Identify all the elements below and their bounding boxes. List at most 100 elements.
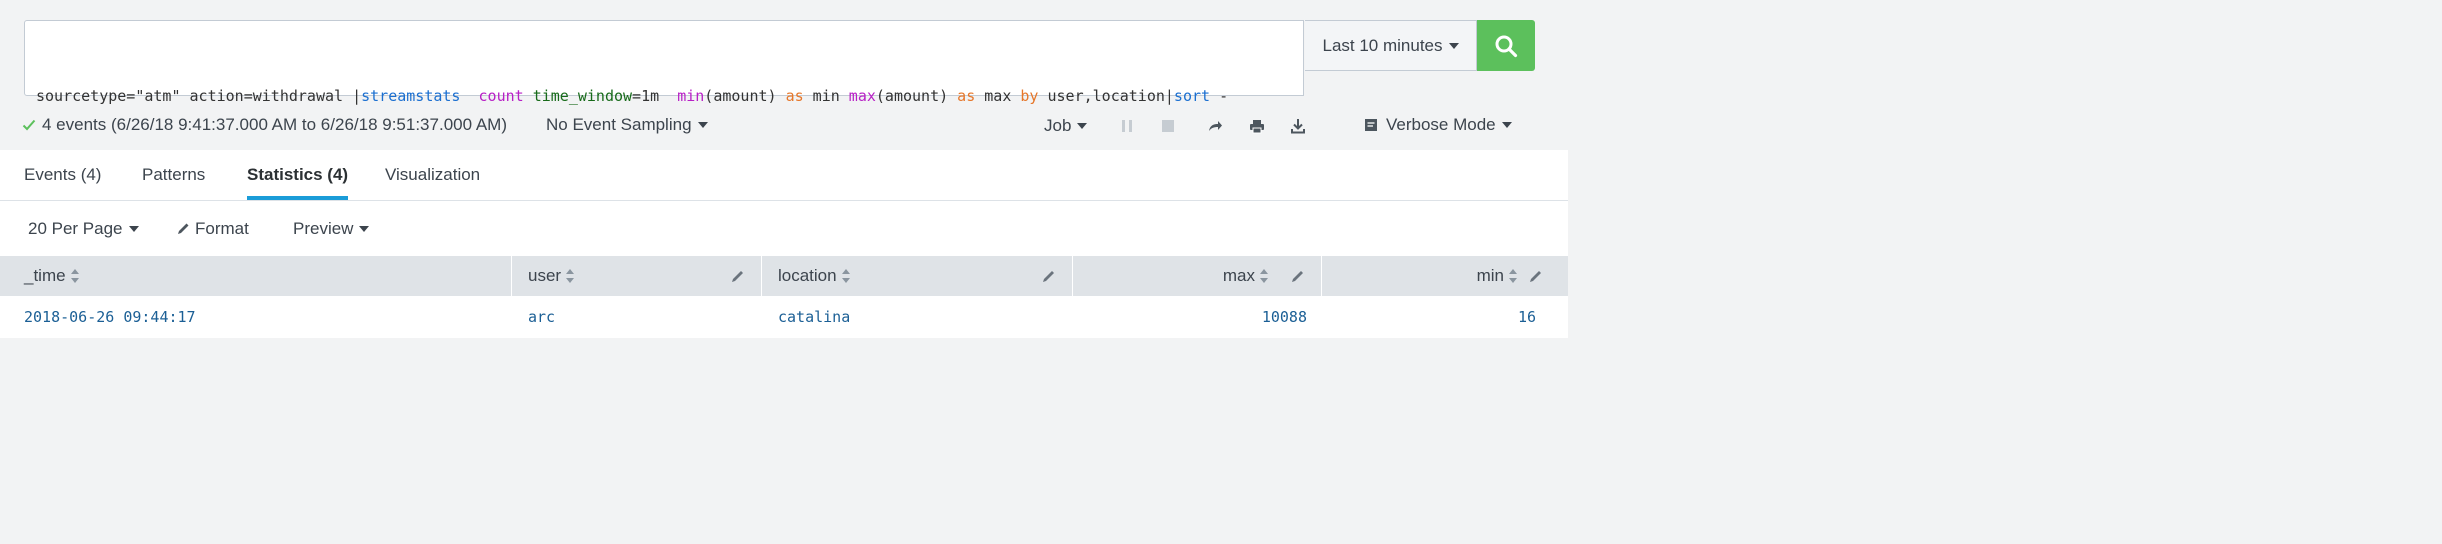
time-range-picker[interactable]: Last 10 minutes bbox=[1305, 20, 1477, 71]
sort-min-button[interactable]: min bbox=[1477, 256, 1518, 296]
pause-icon bbox=[1122, 120, 1132, 132]
job-label: Job bbox=[1044, 116, 1072, 135]
sort-icon bbox=[1509, 269, 1518, 283]
query-token: user,location| bbox=[1038, 87, 1174, 105]
sort-time-button[interactable]: _time bbox=[24, 256, 80, 296]
query-token: max bbox=[975, 87, 1021, 105]
sort-icon bbox=[1260, 269, 1269, 283]
print-button[interactable] bbox=[1246, 116, 1268, 136]
preview-dropdown[interactable]: Preview bbox=[293, 201, 370, 256]
column-label: _time bbox=[24, 266, 66, 285]
cell-time[interactable]: 2018-06-26 09:44:17 bbox=[24, 296, 196, 338]
column-header-max: max bbox=[1073, 256, 1322, 296]
print-icon bbox=[1250, 119, 1264, 133]
pause-button[interactable] bbox=[1116, 116, 1138, 136]
chevron-down-icon bbox=[128, 225, 139, 232]
edit-column-icon[interactable] bbox=[730, 268, 746, 284]
column-label: min bbox=[1476, 266, 1504, 285]
search-mode-label: Verbose Mode bbox=[1386, 115, 1496, 134]
query-token: as bbox=[957, 87, 976, 105]
pencil-icon bbox=[178, 223, 189, 234]
cell-max[interactable]: 10088 bbox=[1262, 296, 1307, 338]
stop-button[interactable] bbox=[1157, 116, 1179, 136]
sort-location-button[interactable]: location bbox=[778, 256, 851, 296]
column-label: user bbox=[528, 266, 562, 285]
share-button[interactable] bbox=[1204, 116, 1226, 136]
stop-icon bbox=[1162, 120, 1174, 132]
sort-icon bbox=[566, 269, 575, 283]
chevron-down-icon bbox=[1501, 122, 1512, 128]
column-header-user: user bbox=[512, 256, 762, 296]
chevron-down-icon bbox=[697, 122, 708, 128]
sort-user-button[interactable]: user bbox=[528, 256, 575, 296]
chevron-down-icon bbox=[1448, 42, 1459, 49]
sort-icon bbox=[70, 269, 80, 283]
results-toolbar: 20 Per Page Format Preview bbox=[0, 201, 1568, 256]
chevron-down-icon bbox=[359, 225, 370, 232]
edit-column-icon[interactable] bbox=[1528, 268, 1544, 284]
event-count-status: 4 events (6/26/18 9:41:37.000 AM to 6/26… bbox=[22, 112, 507, 138]
query-token: sort bbox=[1173, 87, 1211, 105]
query-token: count bbox=[478, 87, 524, 105]
search-mode-dropdown[interactable]: Verbose Mode bbox=[1364, 112, 1512, 138]
query-token bbox=[460, 87, 478, 105]
search-icon bbox=[1495, 35, 1518, 57]
sort-max-button[interactable]: max bbox=[1223, 256, 1269, 296]
table-footer-space bbox=[0, 338, 1568, 349]
tab-patterns[interactable]: Patterns bbox=[142, 150, 205, 200]
tab-visualization-label: Visualization bbox=[385, 165, 481, 184]
tab-statistics-label: Statistics (4) bbox=[247, 165, 349, 184]
results-tabs: Events (4) Patterns Statistics (4) Visua… bbox=[0, 150, 1568, 201]
cell-min[interactable]: 16 bbox=[1518, 296, 1536, 338]
sort-icon bbox=[841, 269, 851, 283]
column-header-location: location bbox=[762, 256, 1073, 296]
time-range-label: Last 10 minutes bbox=[1322, 35, 1443, 55]
query-token: as bbox=[785, 87, 804, 105]
job-menu[interactable]: Job bbox=[1044, 113, 1088, 139]
checkmark-icon bbox=[22, 119, 36, 131]
tab-events-label: Events (4) bbox=[24, 165, 102, 184]
per-page-label: 20 Per Page bbox=[28, 218, 123, 238]
format-button[interactable]: Format bbox=[177, 201, 249, 256]
query-token: (amount) bbox=[704, 87, 786, 105]
export-icon bbox=[1291, 119, 1305, 134]
table-header: _time user location max min bbox=[0, 256, 1568, 296]
search-query-input[interactable]: sourcetype="atm" action=withdrawal |stre… bbox=[24, 20, 1304, 180]
preview-label: Preview bbox=[293, 218, 354, 238]
query-token: (amount) bbox=[875, 87, 958, 105]
event-sampling-dropdown[interactable]: No Event Sampling bbox=[546, 112, 708, 138]
chevron-down-icon bbox=[1077, 123, 1088, 129]
query-token: min bbox=[677, 87, 705, 105]
document-icon bbox=[1365, 119, 1377, 131]
query-token: sourcetype="atm" action=withdrawal | bbox=[36, 87, 362, 105]
export-button[interactable] bbox=[1287, 116, 1309, 136]
query-token: max bbox=[848, 87, 876, 105]
query-token: streamstats bbox=[361, 87, 461, 105]
cell-user[interactable]: arc bbox=[528, 296, 555, 338]
cell-location[interactable]: catalina bbox=[778, 296, 850, 338]
query-token: - bbox=[1210, 87, 1229, 105]
share-icon bbox=[1209, 121, 1222, 131]
event-sampling-label: No Event Sampling bbox=[546, 115, 692, 134]
query-token bbox=[524, 87, 533, 105]
column-header-time: _time bbox=[0, 256, 512, 296]
column-header-min: min bbox=[1322, 256, 1568, 296]
edit-column-icon[interactable] bbox=[1041, 268, 1057, 284]
edit-column-icon[interactable] bbox=[1290, 268, 1306, 284]
tab-visualization[interactable]: Visualization bbox=[385, 150, 480, 200]
column-label: max bbox=[1222, 266, 1255, 285]
query-token: by bbox=[1020, 87, 1039, 105]
query-token: =1m bbox=[632, 87, 678, 105]
tab-events[interactable]: Events (4) bbox=[24, 150, 101, 200]
query-token: min bbox=[803, 87, 849, 105]
column-label: location bbox=[778, 266, 837, 285]
event-count-text: 4 events (6/26/18 9:41:37.000 AM to 6/26… bbox=[42, 115, 508, 134]
tab-patterns-label: Patterns bbox=[142, 165, 206, 184]
per-page-dropdown[interactable]: 20 Per Page bbox=[28, 201, 139, 256]
table-row: 2018-06-26 09:44:17 arc catalina 10088 1… bbox=[0, 296, 1568, 338]
search-button[interactable] bbox=[1477, 20, 1535, 71]
query-line-1: sourcetype="atm" action=withdrawal |stre… bbox=[36, 84, 1291, 109]
tab-statistics[interactable]: Statistics (4) bbox=[247, 150, 349, 200]
query-token: time_window bbox=[532, 87, 633, 105]
format-label: Format bbox=[195, 218, 249, 238]
